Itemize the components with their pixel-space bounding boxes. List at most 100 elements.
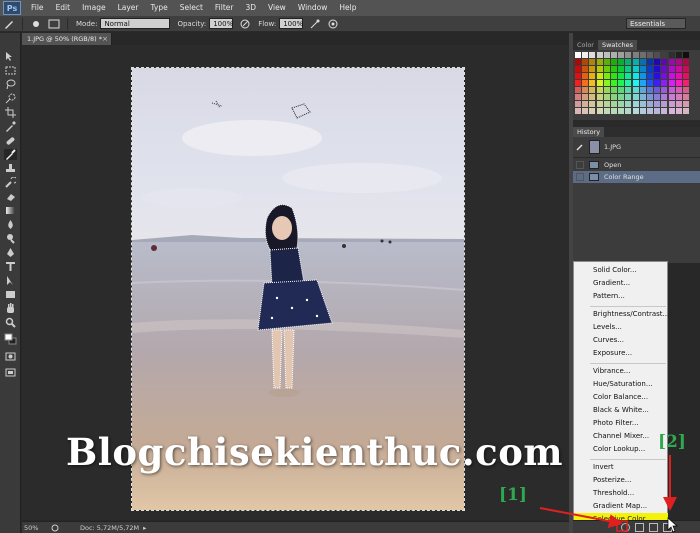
color-swatch[interactable] <box>618 73 625 79</box>
color-swatch[interactable] <box>596 66 603 72</box>
menu-item-curves[interactable]: Curves... <box>574 334 668 347</box>
color-swatch[interactable] <box>632 73 639 79</box>
brush-size-icon[interactable] <box>30 18 42 30</box>
color-swatch[interactable] <box>654 94 661 100</box>
brush-tool-preset-icon[interactable] <box>3 18 15 30</box>
color-swatch[interactable] <box>661 52 668 58</box>
new-fill-adjustment-layer-icon[interactable] <box>621 523 630 532</box>
color-swatch[interactable] <box>625 73 632 79</box>
color-swatch[interactable] <box>582 87 589 93</box>
menu-3d[interactable]: 3D <box>239 0 262 16</box>
color-swatch[interactable] <box>661 73 668 79</box>
brush-panel-icon[interactable] <box>48 18 60 30</box>
menu-item-posterize[interactable]: Posterize... <box>574 474 668 487</box>
color-swatch[interactable] <box>575 87 581 93</box>
eyedropper-tool-icon[interactable] <box>4 121 17 132</box>
color-swatch[interactable] <box>683 59 689 65</box>
move-tool-icon[interactable] <box>4 51 17 62</box>
history-step-open[interactable]: Open <box>573 159 700 171</box>
menu-item-levels[interactable]: Levels... <box>574 321 668 334</box>
color-swatch[interactable] <box>675 94 682 100</box>
color-swatch[interactable] <box>582 108 589 114</box>
pen-tool-icon[interactable] <box>4 247 17 258</box>
color-swatch[interactable] <box>647 80 653 86</box>
menu-file[interactable]: File <box>25 0 50 16</box>
color-swatch[interactable] <box>589 52 596 58</box>
color-swatch[interactable] <box>639 87 646 93</box>
color-swatch[interactable] <box>647 108 653 114</box>
color-swatch[interactable] <box>611 66 617 72</box>
color-swatch[interactable] <box>625 101 632 107</box>
color-swatch[interactable] <box>675 108 682 114</box>
color-swatch[interactable] <box>675 80 682 86</box>
color-swatch[interactable] <box>611 87 617 93</box>
menu-type[interactable]: Type <box>145 0 174 16</box>
menu-item-invert[interactable]: Invert <box>574 461 668 474</box>
color-swatch[interactable] <box>618 80 625 86</box>
color-swatch[interactable] <box>683 108 689 114</box>
brush-tool-icon[interactable] <box>4 149 17 160</box>
color-swatch[interactable] <box>683 87 689 93</box>
color-swatch[interactable] <box>661 59 668 65</box>
color-swatch[interactable] <box>582 52 589 58</box>
color-swatch[interactable] <box>639 94 646 100</box>
color-swatch[interactable] <box>661 66 668 72</box>
zoom-level[interactable]: 50% <box>24 524 50 532</box>
color-swatch[interactable] <box>625 87 632 93</box>
color-swatch[interactable] <box>647 73 653 79</box>
airbrush-icon[interactable] <box>309 18 321 30</box>
lasso-tool-icon[interactable] <box>4 79 17 90</box>
color-swatch[interactable] <box>647 52 653 58</box>
color-swatch[interactable] <box>589 101 596 107</box>
color-swatch[interactable] <box>639 80 646 86</box>
color-swatch[interactable] <box>632 52 639 58</box>
gradient-tool-icon[interactable] <box>4 205 17 216</box>
color-swatch[interactable] <box>611 59 617 65</box>
color-swatch[interactable] <box>618 66 625 72</box>
color-swatch[interactable] <box>661 101 668 107</box>
color-swatch[interactable] <box>647 94 653 100</box>
color-swatch[interactable] <box>683 52 689 58</box>
color-swatch[interactable] <box>596 94 603 100</box>
color-swatch[interactable] <box>639 101 646 107</box>
dodge-tool-icon[interactable] <box>4 233 17 244</box>
color-swatch[interactable] <box>654 66 661 72</box>
color-swatch[interactable] <box>632 66 639 72</box>
color-swatch[interactable] <box>582 101 589 107</box>
color-swatch[interactable] <box>589 80 596 86</box>
color-swatch[interactable] <box>603 52 610 58</box>
color-swatch[interactable] <box>639 52 646 58</box>
color-swatch[interactable] <box>625 59 632 65</box>
status-info-icon[interactable] <box>50 524 60 532</box>
color-swatch[interactable] <box>611 52 617 58</box>
close-icon[interactable]: × <box>102 33 108 45</box>
color-swatch[interactable] <box>582 73 589 79</box>
color-swatch[interactable] <box>611 80 617 86</box>
color-swatch[interactable] <box>575 108 581 114</box>
color-swatch[interactable] <box>647 101 653 107</box>
color-swatch[interactable] <box>589 94 596 100</box>
color-swatch[interactable] <box>654 52 661 58</box>
menu-item-photo-filter[interactable]: Photo Filter... <box>574 417 668 430</box>
color-swatch[interactable] <box>625 52 632 58</box>
color-swatch[interactable] <box>647 66 653 72</box>
marquee-tool-icon[interactable] <box>4 65 17 76</box>
color-swatch[interactable] <box>661 87 668 93</box>
menu-item-hue-saturation[interactable]: Hue/Saturation... <box>574 378 668 391</box>
color-swatch[interactable] <box>683 66 689 72</box>
color-swatch[interactable] <box>668 108 675 114</box>
color-swatch[interactable] <box>589 108 596 114</box>
history-state-checkbox[interactable] <box>576 173 584 181</box>
color-swatch[interactable] <box>589 66 596 72</box>
workspace-select[interactable]: Essentials <box>626 18 686 29</box>
menu-view[interactable]: View <box>262 0 292 16</box>
color-swatch[interactable] <box>675 87 682 93</box>
color-swatch[interactable] <box>654 59 661 65</box>
color-swatch[interactable] <box>647 59 653 65</box>
color-swatch[interactable] <box>603 108 610 114</box>
menu-layer[interactable]: Layer <box>112 0 145 16</box>
menu-item-brightness-contrast[interactable]: Brightness/Contrast... <box>574 308 669 321</box>
color-swatch[interactable] <box>603 66 610 72</box>
menu-item-gradient-map[interactable]: Gradient Map... <box>574 500 668 513</box>
color-swatch[interactable] <box>639 108 646 114</box>
